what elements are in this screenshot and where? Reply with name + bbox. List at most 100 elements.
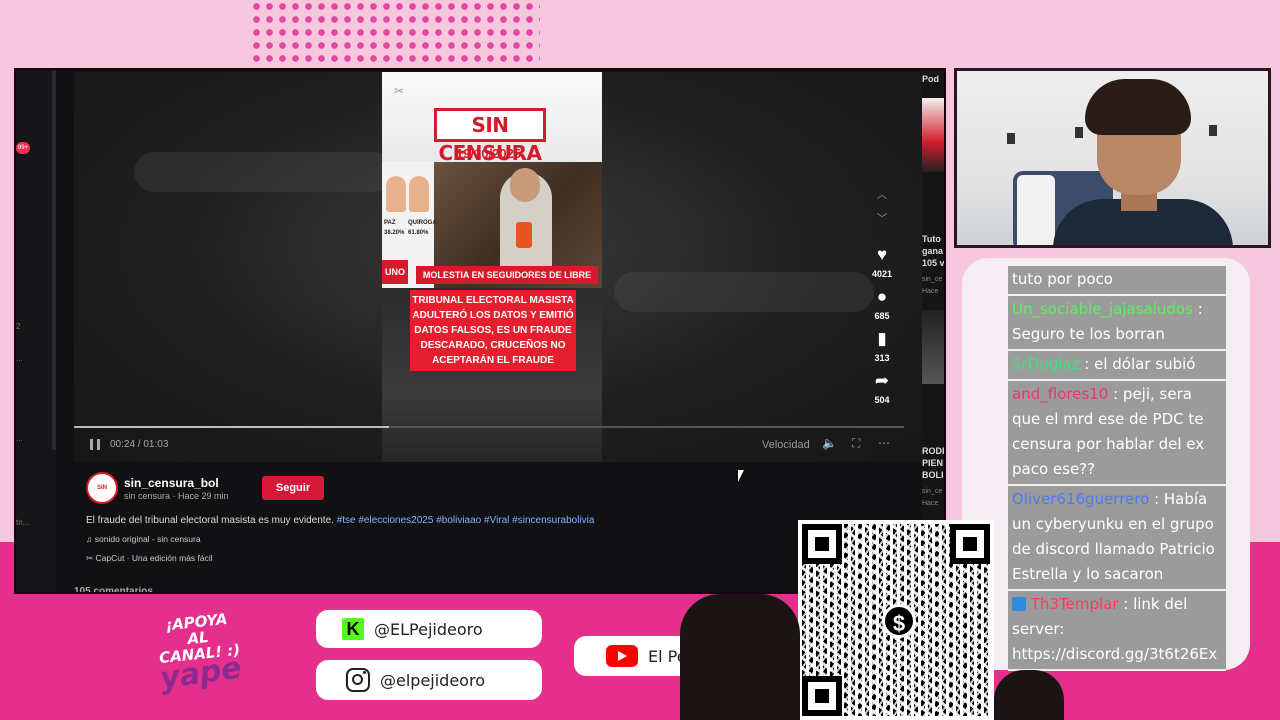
- candidate-pct: 38.20%: [384, 230, 405, 236]
- like-button[interactable]: ♥ 4021: [866, 246, 898, 282]
- heart-icon: ♥: [876, 245, 888, 264]
- left-nav-mark[interactable]: ...: [16, 354, 23, 363]
- fullscreen-icon[interactable]: ⛶: [852, 436, 860, 451]
- chat-username[interactable]: Th3Templar: [1031, 595, 1119, 613]
- chat-username[interactable]: Oliver616guerrero: [1012, 490, 1149, 508]
- hashtags[interactable]: #tse #elecciones2025 #boliviaao #Viral #…: [337, 515, 595, 526]
- scrollbar[interactable]: [52, 70, 56, 450]
- previous-video-icon[interactable]: ︿: [874, 186, 890, 202]
- blur-strip: [134, 152, 394, 192]
- chat-text: tuto por poco: [1012, 270, 1113, 288]
- share-count: 504: [874, 395, 890, 405]
- pause-icon[interactable]: [90, 439, 100, 450]
- reporter-head: [510, 168, 540, 202]
- kick-icon: K: [342, 618, 364, 640]
- playback-time: 00:24 / 01:03: [110, 439, 169, 450]
- clip-caption: TRIBUNAL ELECTORAL MASISTA ADULTERÓ LOS …: [410, 290, 576, 371]
- candidate-photo: [386, 176, 406, 212]
- comments-count[interactable]: 105 comentarios: [74, 586, 153, 592]
- rc-title[interactable]: Tuto: [922, 234, 941, 244]
- clip-brand: SIN CENSURA: [434, 108, 546, 165]
- dollar-icon: $: [882, 604, 916, 638]
- save-button[interactable]: ▮ 313: [866, 330, 898, 366]
- recommendation-thumbnail[interactable]: [922, 98, 944, 172]
- next-video-icon[interactable]: ﹀: [874, 210, 890, 226]
- rc-sub: sin_ce: [922, 488, 943, 495]
- sound-line[interactable]: ♫ sonido original - sin censura: [86, 534, 201, 544]
- rc-title[interactable]: gana: [922, 246, 943, 256]
- chat-message: Oliver616guerrero : Había un cyberyunku …: [1008, 486, 1226, 591]
- comment-icon: ●: [876, 287, 888, 306]
- capcut-text: CapCut · Una edición más fácil: [95, 553, 213, 563]
- candidate-label: QUIROGA: [408, 220, 437, 226]
- chat-text: Seguro te los borran: [1012, 325, 1165, 343]
- mouse-cursor-icon: [738, 470, 744, 482]
- progress-fill: [74, 426, 390, 428]
- clip-date: 19/10/2025: [456, 146, 522, 161]
- like-count: 4021: [871, 269, 893, 279]
- instagram-icon: [346, 668, 370, 692]
- wall-photo: [1007, 133, 1015, 144]
- chat-username[interactable]: and_flores10: [1012, 385, 1108, 403]
- follow-button[interactable]: Seguir: [262, 476, 324, 500]
- comment-button[interactable]: ● 685: [866, 288, 898, 324]
- capcut-icon: ✂: [394, 84, 405, 98]
- chat-username[interactable]: SrDuglaz: [1012, 355, 1080, 373]
- blur-strip: [614, 272, 874, 312]
- kick-handle: @ELPejideoro: [374, 619, 483, 639]
- avatar[interactable]: SIN CENSURA: [86, 472, 118, 504]
- silhouette-decoration: [680, 594, 800, 720]
- chat-message: and_flores10 : peji, sera que el mrd ese…: [1008, 381, 1226, 486]
- qr-finder: [802, 676, 842, 716]
- share-icon: ➦: [874, 371, 890, 390]
- save-count: 313: [874, 353, 890, 363]
- notification-badge[interactable]: 99+: [16, 142, 30, 154]
- rc-title[interactable]: RODI: [922, 446, 944, 456]
- author-name[interactable]: sin_censura_bol: [124, 476, 219, 490]
- chat-message: tuto por poco: [1008, 266, 1226, 296]
- chat-messages: tuto por poco Un_sociable_jajasaludos : …: [1008, 266, 1226, 671]
- wall-photo: [1209, 125, 1217, 136]
- recommendations-column: Pod Tuto gana 105 v sin_ce Hace RODI PIE…: [922, 70, 944, 592]
- video-clip[interactable]: ✂ SIN CENSURA 19/10/2025 PAZ QUIROGA 38.…: [382, 72, 602, 462]
- author-subtitle: sin censura · Hace 29 min: [124, 491, 229, 501]
- chat-username[interactable]: Un_sociable_jajasaludos: [1012, 300, 1193, 318]
- streamer-hair: [1085, 79, 1191, 135]
- left-nav-mark[interactable]: tn...: [16, 518, 29, 527]
- music-note-icon: ♫: [86, 534, 95, 544]
- bookmark-icon: ▮: [877, 329, 887, 348]
- rc-title[interactable]: PIEN: [922, 458, 943, 468]
- clip-headline: MOLESTIA EN SEGUIDORES DE LIBRE: [416, 266, 598, 284]
- chair-back: [1017, 175, 1055, 245]
- left-nav-mark[interactable]: ...: [16, 434, 23, 443]
- post-description: El fraude del tribunal electoral masista…: [86, 515, 594, 526]
- volume-icon[interactable]: 🔈: [822, 436, 837, 450]
- donation-qr-code: $: [798, 520, 994, 720]
- rc-title[interactable]: 105 v: [922, 258, 944, 268]
- microphone-icon: [516, 222, 532, 248]
- progress-bar[interactable]: [74, 426, 904, 428]
- candidate-label: PAZ: [384, 220, 396, 226]
- qr-finder: [950, 524, 990, 564]
- capcut-line[interactable]: ✂ CapCut · Una edición más fácil: [86, 553, 213, 564]
- chat-text: el dólar subió: [1094, 355, 1196, 373]
- candidate-photo: [409, 176, 429, 212]
- sound-text: sonido original - sin censura: [94, 534, 201, 544]
- chat-message: SrDuglaz : el dólar subió: [1008, 351, 1226, 381]
- rc-title[interactable]: BOLI: [922, 470, 944, 480]
- left-nav-mark[interactable]: 2: [16, 322, 20, 331]
- description-text: El fraude del tribunal electoral masista…: [86, 515, 334, 526]
- share-button[interactable]: ➦ 504: [866, 372, 898, 408]
- rc-header: Pod: [922, 74, 939, 84]
- silhouette-decoration: [994, 670, 1064, 720]
- left-nav: 99+ 2 ... ... tn...: [16, 70, 56, 592]
- more-icon[interactable]: ⋯: [878, 436, 890, 450]
- kick-pill: K @ELPejideoro: [316, 610, 542, 648]
- webcam-feed: [954, 68, 1271, 248]
- recommendation-thumbnail[interactable]: [922, 310, 944, 384]
- wall-photo: [1075, 127, 1083, 138]
- youtube-icon: [606, 645, 638, 667]
- candidate-pct: 61.80%: [408, 230, 429, 236]
- qr-finder: [802, 524, 842, 564]
- speed-button[interactable]: Velocidad: [762, 439, 810, 451]
